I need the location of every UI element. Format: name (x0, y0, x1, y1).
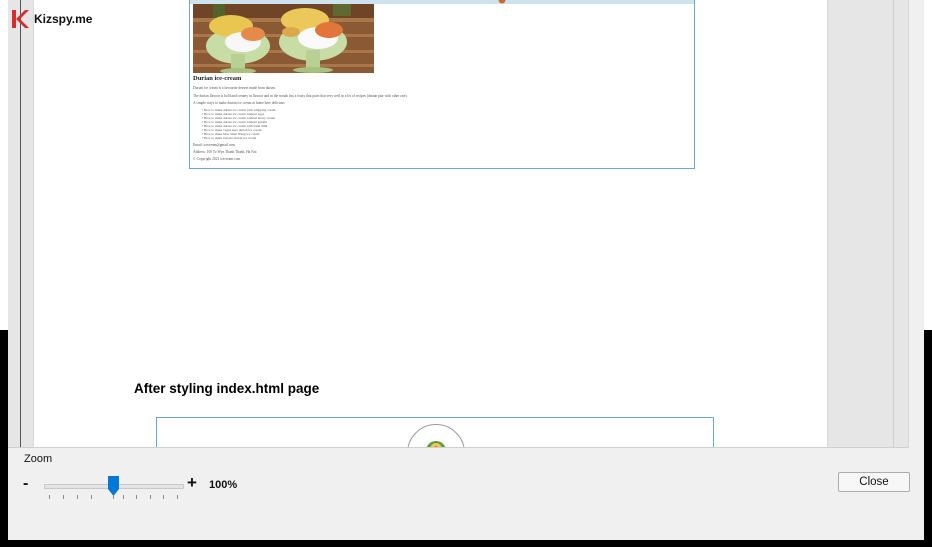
embedded-screenshot-before: Durian ice-cream Durian ice cream is a f… (189, 0, 695, 169)
brand-watermark: Kizspy.me (10, 8, 92, 30)
site-logo-icon (407, 424, 465, 447)
zoom-out-button[interactable]: - (23, 474, 28, 494)
food-photo (193, 4, 374, 73)
zoom-slider-thumb[interactable] (108, 476, 119, 496)
slider-tick (150, 495, 151, 499)
slider-tick (91, 495, 92, 499)
document-page: Durian ice-cream Durian ice cream is a f… (34, 0, 827, 447)
list-item: How to make banana durian ice cream (202, 136, 256, 140)
k-logo-icon (12, 10, 29, 28)
zoom-value: 100% (209, 479, 238, 491)
email-line: Email: icecream@gmail.com (193, 143, 236, 147)
slider-tick (113, 495, 114, 499)
slider-tick (163, 495, 164, 499)
zoom-label: Zoom (24, 453, 53, 465)
slider-tick (63, 495, 64, 499)
address-line: Address: 100 To Wyn Thanh Thanh, Ha Noi (193, 150, 257, 154)
screenshot-paragraph: The durian flavour is bold and creamy in… (193, 94, 408, 98)
screenshot-paragraph: A simple ways to make durian ice cream a… (193, 101, 285, 105)
slider-tick (177, 495, 178, 499)
slider-tick (136, 495, 137, 499)
slider-tick (123, 495, 124, 499)
slider-tick (49, 495, 50, 499)
copyright-line: © Copyright 2021 icecream.com (193, 157, 241, 161)
embedded-screenshot-after (156, 417, 714, 447)
brand-name: Kizspy.me (34, 12, 93, 26)
margin-rule (20, 0, 21, 447)
section-heading: After styling index.html page (134, 381, 320, 396)
vertical-scrollbar[interactable] (893, 0, 894, 447)
close-button[interactable]: Close (838, 472, 910, 492)
zoom-in-button[interactable]: + (187, 473, 197, 493)
slider-tick (77, 495, 78, 499)
document-viewer[interactable]: Durian ice-cream Durian ice cream is a f… (8, 0, 909, 448)
screenshot-title: Durian ice-cream (193, 75, 242, 82)
screenshot-paragraph: Durian ice cream is a favourite dessert … (193, 86, 276, 90)
